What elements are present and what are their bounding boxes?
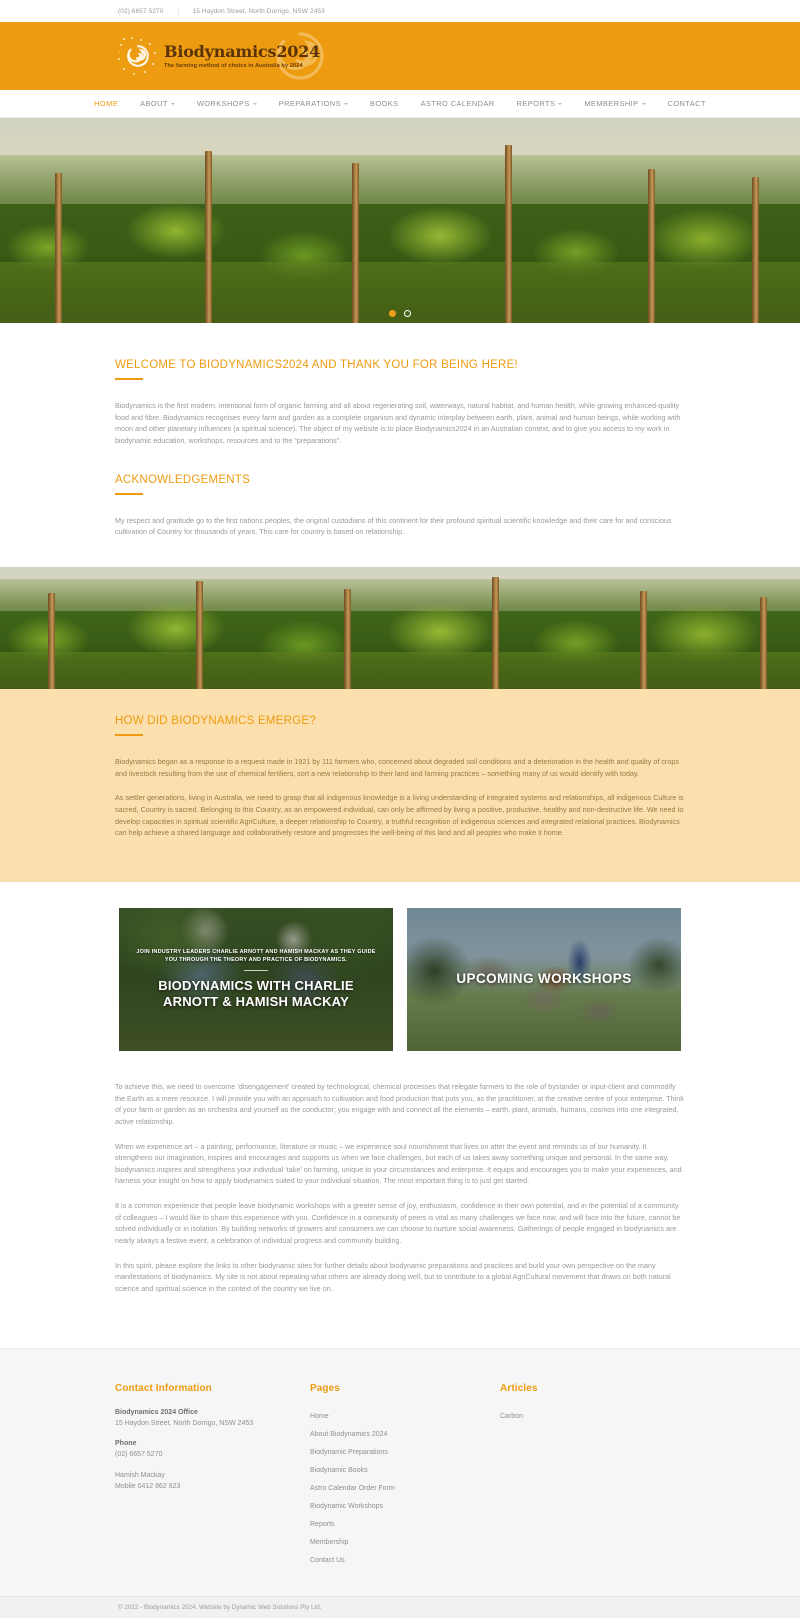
promo-cards: JOIN INDUSTRY LEADERS CHARLIE ARNOTT AND… [119,907,681,1051]
chevron-down-icon [558,103,563,105]
footer-link-contact-us[interactable]: Contact Us [310,1552,500,1570]
footer-phone-label: Phone [115,1440,137,1448]
footer-person-mobile[interactable]: Mobile 0412 862 823 [115,1482,310,1493]
site-header: Biodynamics2024 The farming method of ch… [0,22,800,90]
hero-slider [0,118,800,323]
nav-label: MEMBERSHIP [584,99,639,108]
footer-link-carbon[interactable]: Carbon [500,1408,685,1426]
footer-link-biodynamic-preparations[interactable]: Biodynamic Preparations [310,1444,500,1462]
logo-title: Biodynamics2024 [164,41,321,61]
spiral-logo-icon [118,36,158,76]
nav-item-books[interactable]: BOOKS [359,99,410,108]
vineyard-post [648,169,655,323]
logo-tagline: The farming method of choice in Australi… [164,62,303,69]
nav-label: WORKSHOPS [196,99,250,108]
main-body-section: To achieve this, we need to overcome ‘di… [0,1050,800,1348]
nav-label: ABOUT [140,99,168,108]
promo-card-biodynamics-with-charlie-arnott[interactable]: JOIN INDUSTRY LEADERS CHARLIE ARNOTT AND… [119,907,393,1051]
site-footer: Contact Information Biodynamics 2024 Off… [0,1347,800,1596]
footer-pages-heading: Pages [310,1382,340,1394]
emerge-paragraph-2: As settler generations, living in Austra… [115,793,684,838]
copyright-bar: © 2022 - Biodynamics 2024. Website by Dy… [0,1595,800,1618]
footer-office-name: Biodynamics 2024 Office [115,1408,198,1416]
welcome-heading: WELCOME TO BIODYNAMICS2024 AND THANK YOU… [115,359,518,371]
footer-link-biodynamic-workshops[interactable]: Biodynamic Workshops [310,1498,500,1516]
footer-link-membership[interactable]: Membership [310,1534,500,1552]
chevron-down-icon [641,103,646,105]
body-paragraph-3: It is a common experience that people le… [115,1201,681,1246]
footer-articles-heading: Articles [500,1382,538,1394]
body-paragraph-2: When we experience art – a painting, per… [115,1141,682,1186]
page-root: (02) 6657 5270 15 Haydon Street, North D… [0,0,800,1618]
top-contact-bar: (02) 6657 5270 15 Haydon Street, North D… [0,0,800,22]
nav-label: REPORTS [516,99,556,108]
vineyard-post [752,177,759,323]
nav-item-reports[interactable]: REPORTS [506,99,574,108]
nav-item-home[interactable]: HOME [83,99,129,108]
acknowledgements-paragraph: My respect and gratitude go to the first… [115,515,672,537]
nav-item-contact[interactable]: CONTACT [657,99,717,108]
footer-link-about-biodynamics-2024[interactable]: About Biodynamics 2024 [310,1426,500,1444]
welcome-section: WELCOME TO BIODYNAMICS2024 AND THANK YOU… [0,323,800,567]
main-navigation: HOME ABOUT WORKSHOPS PREPARATIONS BOOKS … [0,90,800,118]
heading-underline [115,378,143,380]
emerge-section: HOW DID BIODYNAMICS EMERGE? Biodynamics … [0,688,800,882]
promo-card-title: UPCOMING WORKSHOPS [456,971,632,987]
vineyard-post [205,151,212,323]
nav-item-about[interactable]: ABOUT [129,99,186,108]
emerge-paragraph-1: Biodynamics began as a response to a req… [115,756,679,778]
site-logo[interactable]: Biodynamics2024 The farming method of ch… [118,34,320,78]
nav-label: ASTRO CALENDAR [420,99,495,108]
chevron-down-icon [252,103,257,105]
slider-dot-2[interactable] [404,310,411,317]
footer-articles-column: Articles Carbon [500,1383,685,1570]
copyright-text: © 2022 - Biodynamics 2024. Website by Dy… [118,1603,322,1611]
nav-item-preparations[interactable]: PREPARATIONS [268,99,359,108]
topbar-address: 15 Haydon Street, North Dorrigo, NSW 245… [177,7,339,15]
promo-card-upcoming-workshops[interactable]: UPCOMING WORKSHOPS [407,907,681,1051]
nav-label: BOOKS [369,99,399,108]
footer-pages-column: Pages Home About Biodynamics 2024 Biodyn… [310,1383,500,1570]
vineyard-post [352,163,359,323]
nav-item-workshops[interactable]: WORKSHOPS [186,99,268,108]
acknowledgements-heading: ACKNOWLEDGEMENTS [115,473,250,486]
promo-card-kicker: JOIN INDUSTRY LEADERS CHARLIE ARNOTT AND… [136,949,376,964]
slider-pagination [389,310,411,317]
topbar-phone[interactable]: (02) 6657 5270 [118,8,178,15]
nav-item-membership[interactable]: MEMBERSHIP [573,99,656,108]
vineyard-post [505,145,512,323]
footer-link-astro-calendar-order-form[interactable]: Astro Calendar Order Form [310,1480,500,1498]
footer-contact-column: Contact Information Biodynamics 2024 Off… [115,1383,310,1570]
welcome-paragraph: Biodynamics is the first modern, intenti… [115,401,681,445]
footer-person-name: Hamish Mackay [115,1472,165,1480]
nav-label: CONTACT [667,99,706,108]
heading-underline [115,492,143,495]
chevron-down-icon [343,103,348,105]
vineyard-post [55,173,62,323]
body-paragraph-4: In this spirit, please explore the links… [115,1260,671,1294]
promo-card-title: BIODYNAMICS WITH CHARLIE ARNOTT & HAMISH… [158,977,354,1009]
slider-dot-1[interactable] [389,310,396,317]
nav-label: HOME [94,99,119,108]
footer-office-address: 15 Haydon Street, North Dorrigo, NSW 245… [115,1419,254,1427]
footer-link-reports[interactable]: Reports [310,1516,500,1534]
chevron-down-icon [170,103,175,105]
nav-label: PREPARATIONS [278,99,341,108]
nav-list: HOME ABOUT WORKSHOPS PREPARATIONS BOOKS … [83,99,717,108]
vineyard-divider-image [0,566,800,689]
heading-underline [115,733,143,736]
footer-link-home[interactable]: Home [310,1408,500,1426]
footer-phone-value[interactable]: (02) 6657 5270 [115,1450,310,1461]
footer-contact-heading: Contact Information [115,1382,212,1394]
emerge-heading: HOW DID BIODYNAMICS EMERGE? [115,714,316,727]
nav-item-astro-calendar[interactable]: ASTRO CALENDAR [410,99,506,108]
footer-link-biodynamic-books[interactable]: Biodynamic Books [310,1462,500,1480]
body-paragraph-1: To achieve this, we need to overcome ‘di… [115,1081,684,1126]
card-divider [244,969,268,971]
promo-cards-section: JOIN INDUSTRY LEADERS CHARLIE ARNOTT AND… [0,881,800,1051]
